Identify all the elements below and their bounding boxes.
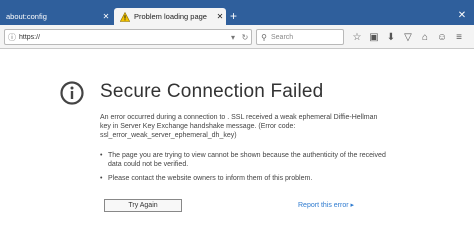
- clipboard-icon[interactable]: ▣: [367, 32, 381, 43]
- star-icon[interactable]: ☆: [350, 32, 364, 43]
- navigation-bar: ⓘ https:// ▾ ↻ ⚲ Search ☆ ▣ ⬇ ▽ ⌂ ☺ ≡: [0, 25, 474, 49]
- url-text[interactable]: https://: [19, 34, 227, 41]
- tab-bar: about:config ✕ Problem loading page ✕ + …: [0, 0, 474, 25]
- tab-title: about:config: [6, 12, 47, 21]
- tab-about-config[interactable]: about:config ✕: [0, 8, 112, 25]
- report-error-link[interactable]: Report this error ▸: [298, 201, 354, 209]
- reload-icon[interactable]: ↻: [239, 33, 251, 42]
- menu-icon[interactable]: ≡: [452, 32, 466, 43]
- home-icon[interactable]: ⌂: [418, 32, 432, 43]
- window-close-icon[interactable]: ✕: [456, 10, 468, 22]
- tab-title: Problem loading page: [134, 12, 207, 21]
- tab-close-icon[interactable]: ✕: [214, 12, 226, 21]
- download-icon[interactable]: ⬇: [384, 32, 398, 43]
- warning-icon: [120, 11, 130, 22]
- error-title: Secure Connection Failed: [100, 81, 324, 102]
- toolbar-icons: ☆ ▣ ⬇ ▽ ⌂ ☺ ≡: [350, 29, 472, 45]
- tab-close-icon[interactable]: ✕: [100, 12, 112, 21]
- list-item: Please contact the website owners to inf…: [100, 174, 400, 183]
- search-placeholder[interactable]: Search: [271, 34, 293, 41]
- search-bar[interactable]: ⚲ Search: [256, 29, 344, 45]
- new-tab-button[interactable]: +: [230, 10, 237, 22]
- error-details-list: The page you are trying to view cannot b…: [100, 151, 400, 188]
- info-icon: [60, 81, 84, 105]
- error-page: Secure Connection Failed An error occurr…: [0, 50, 474, 248]
- pocket-icon[interactable]: ▽: [401, 32, 415, 43]
- site-info-icon[interactable]: ⓘ: [5, 32, 19, 43]
- error-description: An error occurred during a connection to…: [100, 114, 378, 139]
- url-bar[interactable]: ⓘ https:// ▾ ↻: [4, 29, 252, 45]
- smiley-icon[interactable]: ☺: [435, 32, 449, 43]
- list-item: The page you are trying to view cannot b…: [100, 151, 400, 169]
- try-again-button[interactable]: Try Again: [104, 199, 182, 212]
- search-icon: ⚲: [261, 32, 267, 42]
- dropdown-icon[interactable]: ▾: [227, 33, 239, 42]
- tab-problem-loading[interactable]: Problem loading page ✕: [114, 8, 226, 25]
